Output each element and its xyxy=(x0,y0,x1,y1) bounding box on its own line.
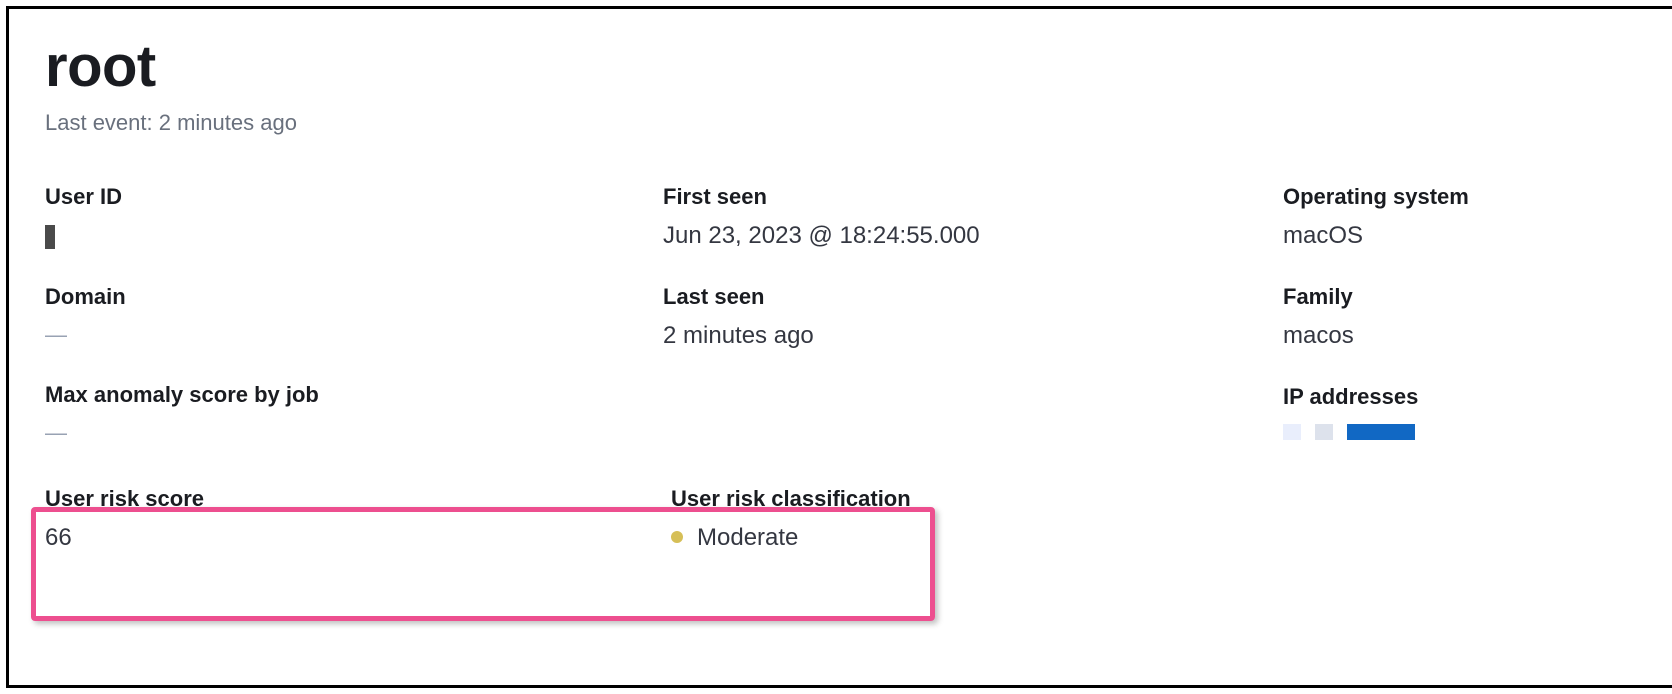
risk-class-text: Moderate xyxy=(697,524,798,551)
user-detail-panel: root Last event: 2 minutes ago User ID D… xyxy=(6,6,1672,688)
max-anomaly-label: Max anomaly score by job xyxy=(45,382,663,408)
domain-label: Domain xyxy=(45,284,663,310)
ip-chip[interactable] xyxy=(1283,424,1301,440)
last-seen-value: 2 minutes ago xyxy=(663,322,1283,350)
ip-address-list xyxy=(1283,424,1639,440)
ip-chip[interactable] xyxy=(1347,424,1415,440)
field-ip-addresses: IP addresses xyxy=(1283,384,1639,440)
os-label: Operating system xyxy=(1283,184,1639,210)
first-seen-value: Jun 23, 2023 @ 18:24:55.000 xyxy=(663,222,1283,250)
ip-chip[interactable] xyxy=(1315,424,1333,440)
redacted-icon xyxy=(45,225,55,249)
severity-dot-icon xyxy=(671,531,683,543)
last-seen-label: Last seen xyxy=(663,284,1283,310)
max-anomaly-value: — xyxy=(45,420,663,446)
family-value: macos xyxy=(1283,322,1639,350)
field-os: Operating system macOS xyxy=(1283,184,1639,250)
os-value: macOS xyxy=(1283,222,1639,250)
column-middle: First seen Jun 23, 2023 @ 18:24:55.000 L… xyxy=(663,184,1283,480)
field-first-seen: First seen Jun 23, 2023 @ 18:24:55.000 xyxy=(663,184,1283,250)
risk-class-value: Moderate xyxy=(671,524,1639,552)
field-user-id: User ID xyxy=(45,184,663,250)
page-title: root xyxy=(45,33,1639,100)
risk-class-label: User risk classification xyxy=(671,486,1639,512)
field-family: Family macos xyxy=(1283,284,1639,350)
column-left: User ID Domain — Max anomaly score by jo… xyxy=(45,184,663,480)
field-domain: Domain — xyxy=(45,284,663,348)
user-id-value xyxy=(45,222,663,250)
field-risk-score: User risk score 66 xyxy=(45,480,659,552)
field-max-anomaly: Max anomaly score by job — xyxy=(45,382,663,446)
risk-score-value: 66 xyxy=(45,524,659,552)
field-last-seen: Last seen 2 minutes ago xyxy=(663,284,1283,350)
domain-value: — xyxy=(45,322,663,348)
last-event-subtitle: Last event: 2 minutes ago xyxy=(45,110,1639,136)
field-risk-classification: User risk classification Moderate xyxy=(659,480,1639,552)
family-label: Family xyxy=(1283,284,1639,310)
risk-row: User risk score 66 User risk classificat… xyxy=(45,480,1639,552)
detail-columns: User ID Domain — Max anomaly score by jo… xyxy=(45,184,1639,480)
user-id-label: User ID xyxy=(45,184,663,210)
column-right: Operating system macOS Family macos IP a… xyxy=(1283,184,1639,480)
risk-score-label: User risk score xyxy=(45,486,659,512)
first-seen-label: First seen xyxy=(663,184,1283,210)
ip-label: IP addresses xyxy=(1283,384,1639,410)
